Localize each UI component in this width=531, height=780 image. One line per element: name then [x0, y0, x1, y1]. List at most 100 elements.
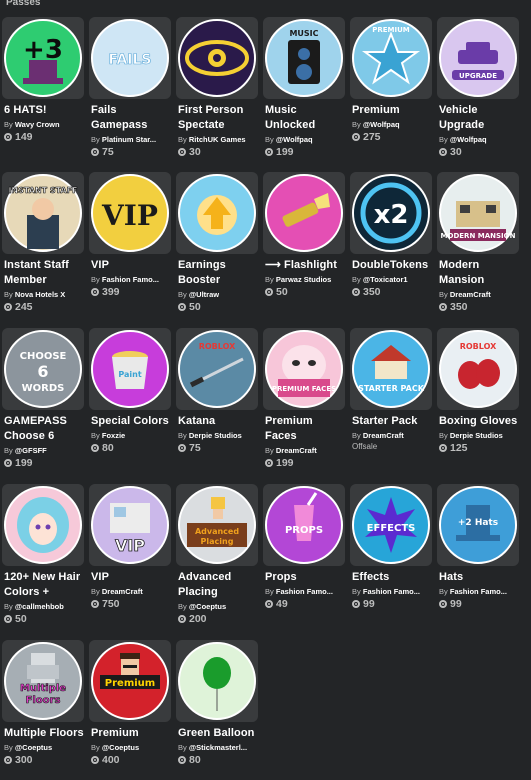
pass-thumbnail[interactable]: ROBLOX [437, 328, 519, 410]
pass-name[interactable]: First Person Spectate [178, 103, 260, 133]
pass-card[interactable]: +2 Hats Hats By Fashion Famo... 99 [437, 484, 520, 640]
pass-name[interactable]: Fails Gamepass [91, 103, 173, 133]
pass-name[interactable]: Special Colors [91, 414, 173, 429]
pass-thumbnail[interactable]: PREMIUM FACES [263, 328, 345, 410]
pass-card[interactable]: Premium Premium By @Coeptus 400 [89, 640, 172, 780]
pass-name[interactable]: Effects [352, 570, 434, 585]
pass-thumbnail[interactable]: FAILS [89, 17, 171, 99]
pass-name[interactable]: Green Balloon [178, 726, 260, 741]
creator-link[interactable]: DreamCraft [102, 587, 143, 596]
pass-card[interactable]: 120+ New Hair Colors + By @callmehbob 50 [2, 484, 85, 640]
pass-thumbnail[interactable]: MODERN MANSION [437, 172, 519, 254]
pass-name[interactable]: Music Unlocked [265, 103, 347, 133]
pass-thumbnail[interactable]: Advanced Placing [176, 484, 258, 566]
pass-name[interactable]: Premium [91, 726, 173, 741]
pass-name[interactable]: 6 HATS! [4, 103, 86, 118]
pass-thumbnail[interactable]: VIP [89, 172, 171, 254]
creator-link[interactable]: Fashion Famo... [450, 587, 507, 596]
creator-link[interactable]: Nova Hotels X [15, 290, 65, 299]
pass-name[interactable]: Boxing Gloves [439, 414, 521, 429]
creator-link[interactable]: Fashion Famo... [102, 275, 159, 284]
pass-name[interactable]: Starter Pack [352, 414, 434, 429]
pass-name[interactable]: Hats [439, 570, 521, 585]
pass-card[interactable]: INSTANT STAFF Instant Staff Member By Nov… [2, 172, 85, 328]
pass-name[interactable]: 120+ New Hair Colors + [4, 570, 86, 600]
pass-name[interactable]: Props [265, 570, 347, 585]
creator-link[interactable]: Derpie Studios [450, 431, 503, 440]
pass-thumbnail[interactable]: INSTANT STAFF [2, 172, 84, 254]
pass-card[interactable]: PROPS Props By Fashion Famo... 49 [263, 484, 346, 640]
creator-link[interactable]: @Ultraw [189, 290, 219, 299]
creator-link[interactable]: @callmehbob [15, 602, 64, 611]
creator-link[interactable]: Foxzie [102, 431, 125, 440]
pass-name[interactable]: Premium Faces [265, 414, 347, 444]
pass-thumbnail[interactable]: +2 Hats [437, 484, 519, 566]
pass-thumbnail[interactable]: Multiple Floors [2, 640, 84, 722]
pass-thumbnail[interactable]: +3 [2, 17, 84, 99]
pass-card[interactable]: VIP VIP By Fashion Famo... 399 [89, 172, 172, 328]
pass-thumbnail[interactable]: PREMIUM [350, 17, 432, 99]
creator-link[interactable]: @Wolfpaq [363, 120, 400, 129]
pass-card[interactable]: Paint Special Colors By Foxzie 80 [89, 328, 172, 484]
pass-card[interactable]: PREMIUM FACES Premium Faces By DreamCraft… [263, 328, 346, 484]
pass-card[interactable]: ⟶ Flashlight By Parwaz Studios 50 [263, 172, 346, 328]
pass-name[interactable]: Earnings Booster [178, 258, 260, 288]
creator-link[interactable]: DreamCraft [276, 446, 317, 455]
creator-link[interactable]: DreamCraft [450, 290, 491, 299]
pass-name[interactable]: Modern Mansion [439, 258, 521, 288]
pass-thumbnail[interactable] [176, 172, 258, 254]
pass-thumbnail[interactable]: ROBLOX [176, 328, 258, 410]
creator-link[interactable]: @Stickmasterl... [189, 743, 247, 752]
pass-card[interactable]: FAILS Fails Gamepass By Platinum Star... 7… [89, 17, 172, 172]
pass-thumbnail[interactable]: CHOOSE 6 WORDS [2, 328, 84, 410]
creator-link[interactable]: RitchUK Games [189, 135, 246, 144]
pass-thumbnail[interactable]: STARTER PACK [350, 328, 432, 410]
pass-card[interactable]: VIP VIP By DreamCraft 750 [89, 484, 172, 640]
pass-card[interactable]: STARTER PACK Starter Pack By DreamCraft Of… [350, 328, 433, 484]
pass-card[interactable]: UPGRADE Vehicle Upgrade By @Wolfpaq 30 [437, 17, 520, 172]
pass-card[interactable]: MUSIC Music Unlocked By @Wolfpaq 199 [263, 17, 346, 172]
pass-card[interactable]: EFFECTS Effects By Fashion Famo... 99 [350, 484, 433, 640]
pass-name[interactable]: DoubleTokens [352, 258, 434, 273]
creator-link[interactable]: @Coeptus [102, 743, 139, 752]
creator-link[interactable]: @GFSFF [15, 446, 47, 455]
creator-link[interactable]: @Toxicator1 [363, 275, 408, 284]
pass-thumbnail[interactable] [176, 17, 258, 99]
pass-name[interactable]: Vehicle Upgrade [439, 103, 521, 133]
pass-card[interactable]: x2 DoubleTokens By @Toxicator1 350 [350, 172, 433, 328]
pass-card[interactable]: PREMIUM Premium By @Wolfpaq 275 [350, 17, 433, 172]
creator-link[interactable]: Wavy Crown [15, 120, 60, 129]
pass-name[interactable]: Multiple Floors [4, 726, 86, 741]
creator-link[interactable]: Fashion Famo... [276, 587, 333, 596]
pass-name[interactable]: GAMEPASS Choose 6 [4, 414, 86, 444]
pass-card[interactable]: ROBLOX Boxing Gloves By Derpie Studios 125 [437, 328, 520, 484]
pass-name[interactable]: ⟶ Flashlight [265, 258, 347, 273]
pass-card[interactable]: CHOOSE 6 WORDS GAMEPASS Choose 6 By @GFSF… [2, 328, 85, 484]
pass-card[interactable]: Advanced Placing Advanced Placing By @Coe… [176, 484, 259, 640]
pass-thumbnail[interactable] [263, 172, 345, 254]
pass-thumbnail[interactable]: MUSIC [263, 17, 345, 99]
pass-thumbnail[interactable] [176, 640, 258, 722]
creator-link[interactable]: Parwaz Studios [276, 275, 331, 284]
pass-thumbnail[interactable]: VIP [89, 484, 171, 566]
creator-link[interactable]: @Coeptus [15, 743, 52, 752]
pass-thumbnail[interactable]: EFFECTS [350, 484, 432, 566]
pass-name[interactable]: Premium [352, 103, 434, 118]
pass-name[interactable]: VIP [91, 258, 173, 273]
pass-name[interactable]: Advanced Placing [178, 570, 260, 600]
creator-link[interactable]: @Wolfpaq [276, 135, 313, 144]
pass-thumbnail[interactable]: x2 [350, 172, 432, 254]
pass-name[interactable]: Katana [178, 414, 260, 429]
creator-link[interactable]: @Coeptus [189, 602, 226, 611]
pass-card[interactable]: First Person Spectate By RitchUK Games 30 [176, 17, 259, 172]
pass-name[interactable]: VIP [91, 570, 173, 585]
pass-card[interactable]: Earnings Booster By @Ultraw 50 [176, 172, 259, 328]
pass-thumbnail[interactable] [2, 484, 84, 566]
pass-card[interactable]: Multiple Floors Multiple Floors By @Coept… [2, 640, 85, 780]
creator-link[interactable]: Derpie Studios [189, 431, 242, 440]
pass-card[interactable]: +3 6 HATS! By Wavy Crown 149 [2, 17, 85, 172]
creator-link[interactable]: Platinum Star... [102, 135, 156, 144]
creator-link[interactable]: @Wolfpaq [450, 135, 487, 144]
pass-card[interactable]: ROBLOX Katana By Derpie Studios 75 [176, 328, 259, 484]
pass-name[interactable]: Instant Staff Member [4, 258, 86, 288]
